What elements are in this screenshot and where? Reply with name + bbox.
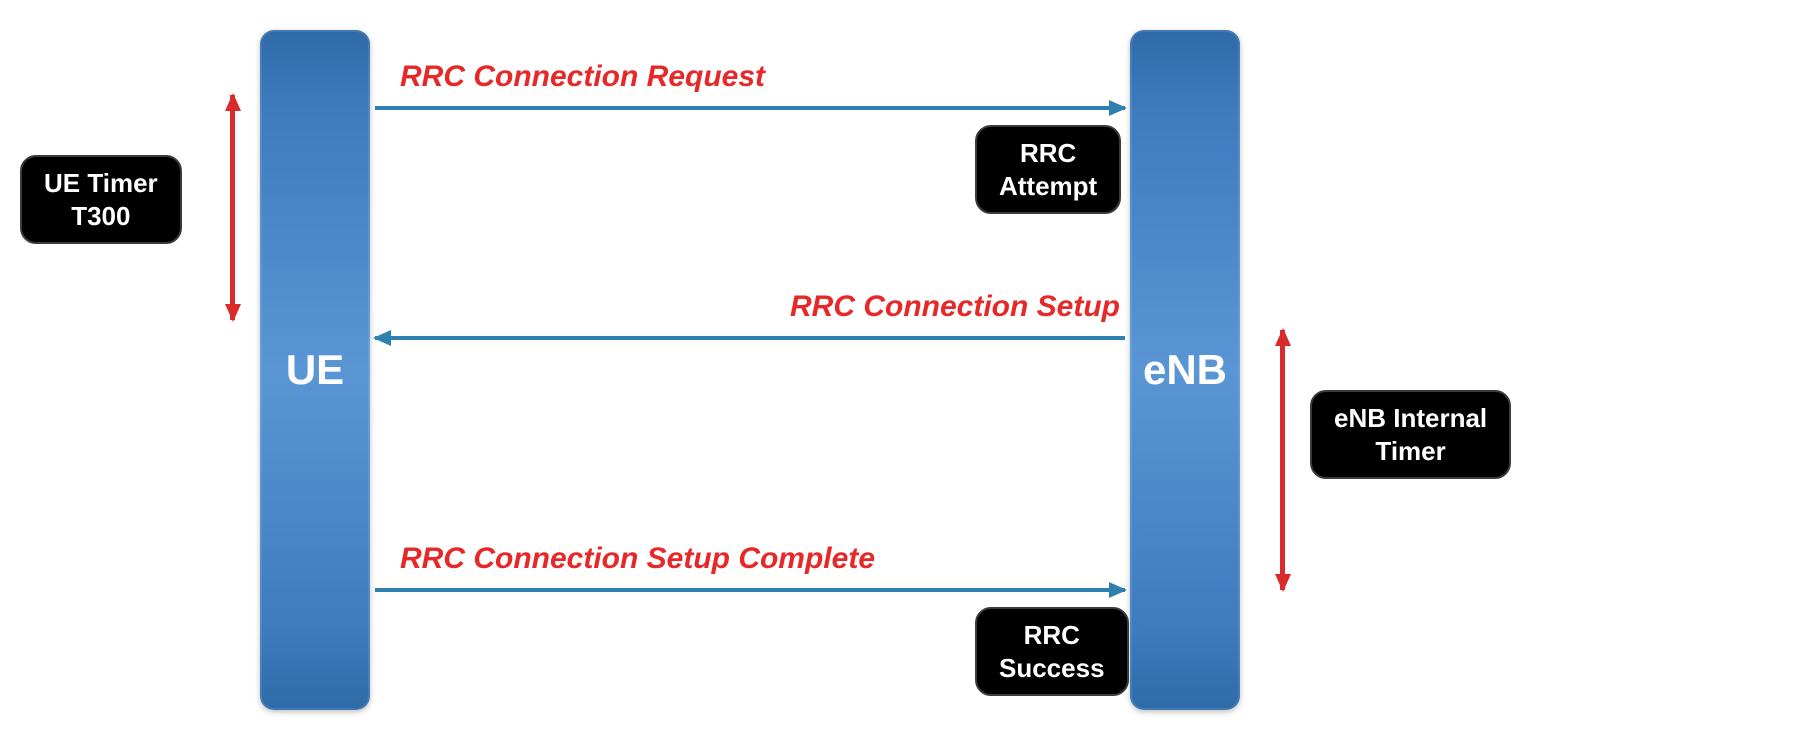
rrc-success-label: RRC Success <box>975 607 1129 696</box>
msg-request-arrow <box>375 106 1125 110</box>
arrow-head-right-icon <box>1109 100 1127 116</box>
ue-timer-arrow <box>230 95 235 320</box>
msg-complete-label: RRC Connection Setup Complete <box>400 542 875 576</box>
ue-timer-label: UE Timer T300 <box>20 155 182 244</box>
arrow-head-down-icon <box>1275 574 1291 592</box>
sequence-diagram: UE eNB UE Timer T300 eNB Internal Timer … <box>0 0 1810 750</box>
msg-setup-label: RRC Connection Setup <box>790 290 1120 324</box>
lifeline-ue: UE <box>260 30 370 710</box>
lifeline-enb-label: eNB <box>1143 346 1227 394</box>
arrow-head-left-icon <box>373 330 391 346</box>
enb-timer-arrow <box>1280 330 1285 590</box>
msg-setup-arrow <box>375 336 1125 340</box>
lifeline-ue-label: UE <box>286 346 344 394</box>
arrow-head-up-icon <box>1275 328 1291 346</box>
arrow-head-up-icon <box>225 93 241 111</box>
enb-timer-label: eNB Internal Timer <box>1310 390 1511 479</box>
arrow-head-right-icon <box>1109 582 1127 598</box>
msg-request-label: RRC Connection Request <box>400 60 765 94</box>
arrow-head-down-icon <box>225 304 241 322</box>
rrc-attempt-label: RRC Attempt <box>975 125 1121 214</box>
msg-complete-arrow <box>375 588 1125 592</box>
lifeline-enb: eNB <box>1130 30 1240 710</box>
